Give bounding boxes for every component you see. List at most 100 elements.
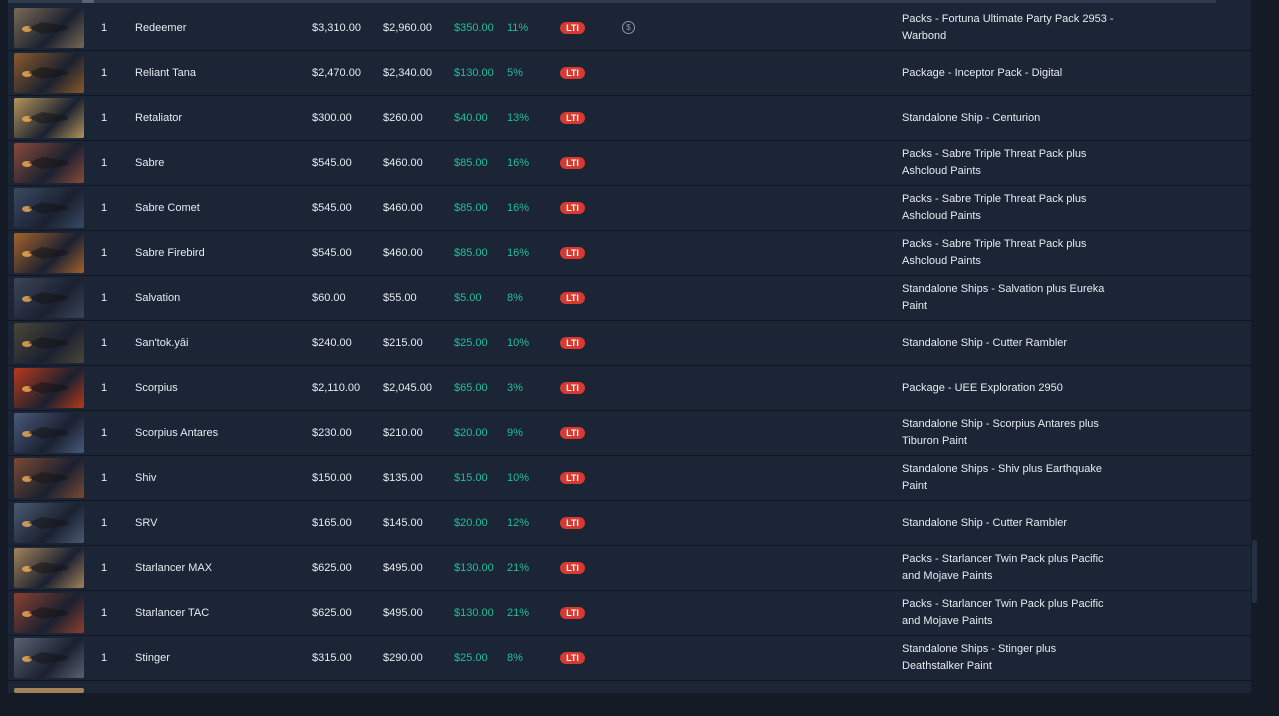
ship-name-cell[interactable]: Starlancer TAC	[135, 591, 209, 635]
savings-cell: $130.00	[454, 67, 494, 79]
msrp-cell: $545.00	[312, 157, 352, 169]
msrp-cell: $2,110.00	[312, 382, 361, 394]
savings-percent-cell: 21%	[507, 607, 530, 619]
quantity-cell: 1	[101, 292, 108, 304]
ship-name-cell[interactable]: Scorpius Antares	[135, 411, 218, 455]
savings-percent-cell: 16%	[507, 157, 530, 169]
table-row[interactable]: 1 Salvation $60.00 $55.00 $5.00 8% LTI Standalo…	[8, 276, 1251, 321]
quantity-cell: 1	[101, 22, 108, 34]
quantity-cell: 1	[101, 67, 108, 79]
melt-value-cell: $2,960.00	[383, 22, 432, 34]
table-row[interactable]: 1 Starlancer MAX $625.00 $495.00 $130.00 21% L…	[8, 546, 1251, 591]
melt-value-cell: $2,045.00	[383, 382, 432, 394]
lti-badge: LTI	[560, 67, 585, 79]
savings-cell: $20.00	[454, 427, 488, 439]
ship-thumbnail	[14, 688, 84, 693]
savings-cell: $15.00	[454, 472, 488, 484]
ship-name-cell[interactable]: Reliant Tana	[135, 51, 196, 95]
ship-thumbnail	[14, 548, 84, 588]
savings-percent-cell: 11%	[507, 22, 529, 34]
melt-value-cell: $210.00	[383, 427, 423, 439]
ship-name-cell[interactable]: Scorpius	[135, 366, 178, 410]
ship-name-cell[interactable]: Stinger	[135, 636, 170, 680]
scrollbar-thumb[interactable]	[1252, 540, 1257, 603]
table-row[interactable]: 1 Stinger $315.00 $290.00 $25.00 8% LTI Standal…	[8, 636, 1251, 681]
table-row[interactable]: 1 Scorpius Antares $230.00 $210.00 $20.00 9% L…	[8, 411, 1251, 456]
thumbnail-ship-shape	[28, 607, 68, 619]
ship-thumbnail	[14, 638, 84, 678]
ship-table: 1 Redeemer $3,310.00 $2,960.00 $350.00 11% LTI…	[8, 0, 1251, 693]
lti-badge: LTI	[560, 382, 585, 394]
ship-thumbnail	[14, 413, 84, 453]
melt-value-cell: $260.00	[383, 112, 423, 124]
table-row[interactable]: 1 San'tok.yāi $240.00 $215.00 $25.00 10% LTI St…	[8, 321, 1251, 366]
ship-name-cell[interactable]: Shiv	[135, 456, 156, 500]
source-package-cell: Standalone Ships - Shiv plus Earthquake …	[902, 463, 1102, 492]
ship-name-cell[interactable]: Sabre	[135, 141, 164, 185]
source-package-cell: Standalone Ships - Stinger plus Deathsta…	[902, 643, 1057, 672]
lti-badge: LTI	[560, 562, 585, 574]
ship-name-cell[interactable]: Starlancer MAX	[135, 546, 212, 590]
lti-badge: LTI	[560, 112, 585, 124]
savings-cell: $85.00	[454, 247, 488, 259]
melt-value-cell: $495.00	[383, 607, 423, 619]
table-row[interactable]: 1 Scorpius $2,110.00 $2,045.00 $65.00 3% LTI Pa…	[8, 366, 1251, 411]
ship-thumbnail	[14, 233, 84, 273]
thumbnail-ship-shape	[28, 157, 68, 169]
table-row[interactable]: 1 Shiv $150.00 $135.00 $15.00 10% LTI Standalon…	[8, 456, 1251, 501]
ship-thumbnail	[14, 593, 84, 633]
source-package-cell: Standalone Ship - Centurion	[902, 111, 1041, 124]
ship-thumbnail	[14, 458, 84, 498]
thumbnail-ship-shape	[28, 652, 68, 664]
msrp-cell: $240.00	[312, 337, 352, 349]
ship-name-cell[interactable]: San'tok.yāi	[135, 321, 188, 365]
lti-badge: LTI	[560, 22, 585, 34]
ship-thumbnail	[14, 323, 84, 363]
thumbnail-ship-shape	[28, 337, 68, 349]
source-package-cell: Packs - Fortuna Ultimate Party Pack 2953…	[902, 13, 1114, 42]
quantity-cell: 1	[101, 562, 108, 574]
msrp-cell: $300.00	[312, 112, 352, 124]
savings-cell: $85.00	[454, 157, 488, 169]
savings-cell: $25.00	[454, 652, 488, 664]
source-package-cell: Standalone Ship - Cutter Rambler	[902, 516, 1068, 529]
quantity-cell: 1	[101, 202, 108, 214]
thumbnail-ship-shape	[28, 247, 68, 259]
ship-name-cell[interactable]: Sabre Firebird	[135, 231, 205, 275]
source-package-cell: Packs - Starlancer Twin Pack plus Pacifi…	[902, 598, 1104, 627]
savings-cell: $130.00	[454, 562, 494, 574]
table-row[interactable]: 1 Sabre $545.00 $460.00 $85.00 16% LTI Packs - …	[8, 141, 1251, 186]
ship-thumbnail	[14, 53, 84, 93]
savings-cell: $130.00	[454, 607, 494, 619]
ship-name-cell[interactable]: Redeemer	[135, 6, 186, 50]
msrp-cell: $60.00	[312, 292, 346, 304]
ship-name-cell[interactable]: Sabre Comet	[135, 186, 200, 230]
ship-name-cell[interactable]: Retaliator	[135, 96, 182, 140]
quantity-cell: 1	[101, 382, 108, 394]
table-row[interactable]: 1 Starlancer TAC $625.00 $495.00 $130.00 21% L…	[8, 591, 1251, 636]
table-row[interactable]: 1 Reliant Tana $2,470.00 $2,340.00 $130.00 5%…	[8, 51, 1251, 96]
melt-value-cell: $290.00	[383, 652, 423, 664]
lti-badge: LTI	[560, 652, 585, 664]
lti-badge: LTI	[560, 337, 585, 349]
ship-name-cell[interactable]: SRV	[135, 501, 157, 545]
ship-name-cell[interactable]: Salvation	[135, 276, 180, 320]
source-package-cell: Package - UEE Exploration 2950	[902, 381, 1063, 394]
table-row[interactable]: 1 Sabre Comet $545.00 $460.00 $85.00 16% LTI Pa…	[8, 186, 1251, 231]
savings-cell: $25.00	[454, 337, 488, 349]
msrp-cell: $2,470.00	[312, 67, 361, 79]
table-row[interactable]: 1 SRV $165.00 $145.00 $20.00 12% LTI Standalone…	[8, 501, 1251, 546]
savings-percent-cell: 3%	[507, 382, 523, 394]
savings-cell: $40.00	[454, 112, 488, 124]
msrp-cell: $545.00	[312, 202, 352, 214]
dollar-coin-icon[interactable]: $	[622, 21, 635, 34]
savings-percent-cell: 12%	[507, 517, 530, 529]
table-row[interactable]: 1 Sabre Firebird $545.00 $460.00 $85.00 16% LT…	[8, 231, 1251, 276]
table-row[interactable]: 1 Redeemer $3,310.00 $2,960.00 $350.00 11% LTI…	[8, 6, 1251, 51]
quantity-cell: 1	[101, 157, 108, 169]
msrp-cell: $165.00	[312, 517, 352, 529]
source-package-cell: Packs - Sabre Triple Threat Pack plus As…	[902, 193, 1087, 222]
ship-thumbnail	[14, 8, 84, 48]
table-row[interactable]: 1 Retaliator $300.00 $260.00 $40.00 13% LTI Sta…	[8, 96, 1251, 141]
thumbnail-ship-shape	[28, 517, 68, 529]
